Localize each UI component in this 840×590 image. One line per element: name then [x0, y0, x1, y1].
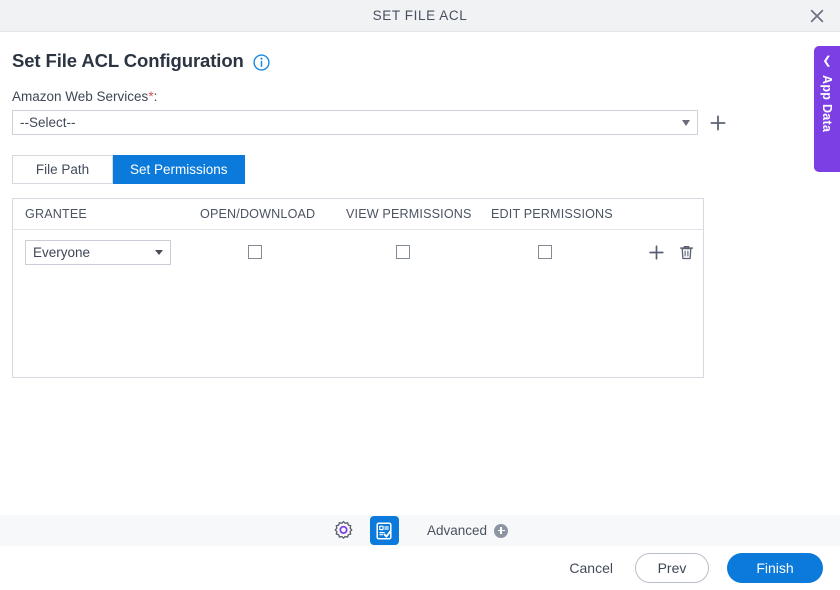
window-title-bar: SET FILE ACL — [0, 0, 840, 32]
prev-button[interactable]: Prev — [635, 553, 709, 583]
grantee-select[interactable]: Everyone — [25, 239, 171, 265]
app-data-label: App Data — [820, 75, 834, 133]
add-row-plus-icon[interactable] — [647, 243, 665, 261]
tab-set-permissions[interactable]: Set Permissions — [113, 155, 245, 184]
column-header-grantee: GRANTEE — [25, 207, 87, 221]
checkbox-edit-permissions[interactable] — [538, 245, 552, 259]
chevron-left-icon: ❮ — [822, 55, 832, 67]
tab-file-path-label: File Path — [35, 162, 90, 177]
cell-grantee: Everyone — [25, 239, 200, 265]
window-title: SET FILE ACL — [372, 8, 468, 23]
app-data-side-tab[interactable]: ❮ App Data — [814, 46, 840, 172]
close-icon[interactable] — [806, 5, 828, 27]
dialog-content: Set File ACL Configuration Amazon Web Se… — [0, 50, 840, 378]
advanced-button[interactable]: Advanced — [426, 523, 509, 538]
add-aws-plus-icon[interactable] — [708, 113, 728, 133]
table-header-row: GRANTEE OPEN/DOWNLOAD VIEW PERMISSIONS E… — [13, 199, 703, 230]
cancel-button[interactable]: Cancel — [565, 554, 617, 582]
tab-file-path[interactable]: File Path — [12, 155, 113, 184]
table-row: Everyone — [13, 230, 703, 274]
tab-set-permissions-label: Set Permissions — [130, 162, 228, 177]
aws-label-colon: : — [153, 89, 158, 104]
gear-icon[interactable] — [332, 519, 356, 543]
page-title: Set File ACL Configuration — [12, 50, 244, 71]
cell-row-actions — [631, 243, 703, 261]
dialog-footer: Cancel Prev Finish — [0, 546, 840, 590]
checkbox-view-permissions[interactable] — [396, 245, 410, 259]
info-icon[interactable] — [253, 53, 270, 71]
plus-circle-icon — [494, 523, 509, 538]
finish-button[interactable]: Finish — [727, 553, 823, 583]
permissions-panel: GRANTEE OPEN/DOWNLOAD VIEW PERMISSIONS E… — [12, 198, 704, 378]
cell-open-download — [200, 245, 346, 259]
aws-field-label: Amazon Web Services*: — [12, 89, 828, 104]
delete-row-trash-icon[interactable] — [677, 243, 695, 261]
column-header-view-permissions: VIEW PERMISSIONS — [346, 207, 472, 221]
grantee-select-value: Everyone — [33, 244, 91, 260]
chevron-down-icon — [682, 119, 690, 126]
advanced-label: Advanced — [426, 523, 488, 538]
column-header-edit-permissions: EDIT PERMISSIONS — [491, 207, 613, 221]
tab-bar: File Path Set Permissions — [12, 155, 828, 184]
aws-label-text: Amazon Web Services — [12, 89, 149, 104]
cell-edit-permissions — [491, 245, 631, 259]
aws-select-value: --Select-- — [20, 115, 76, 130]
cell-view-permissions — [346, 245, 491, 259]
checkbox-open-download[interactable] — [248, 245, 262, 259]
form-checklist-icon[interactable] — [369, 516, 399, 545]
aws-select[interactable]: --Select-- — [12, 110, 698, 135]
bottom-toolbar: Advanced — [0, 515, 840, 546]
column-header-open-download: OPEN/DOWNLOAD — [200, 207, 316, 221]
chevron-down-icon — [155, 249, 163, 255]
aws-select-row: --Select-- — [12, 110, 828, 135]
page-header: Set File ACL Configuration — [12, 50, 828, 72]
